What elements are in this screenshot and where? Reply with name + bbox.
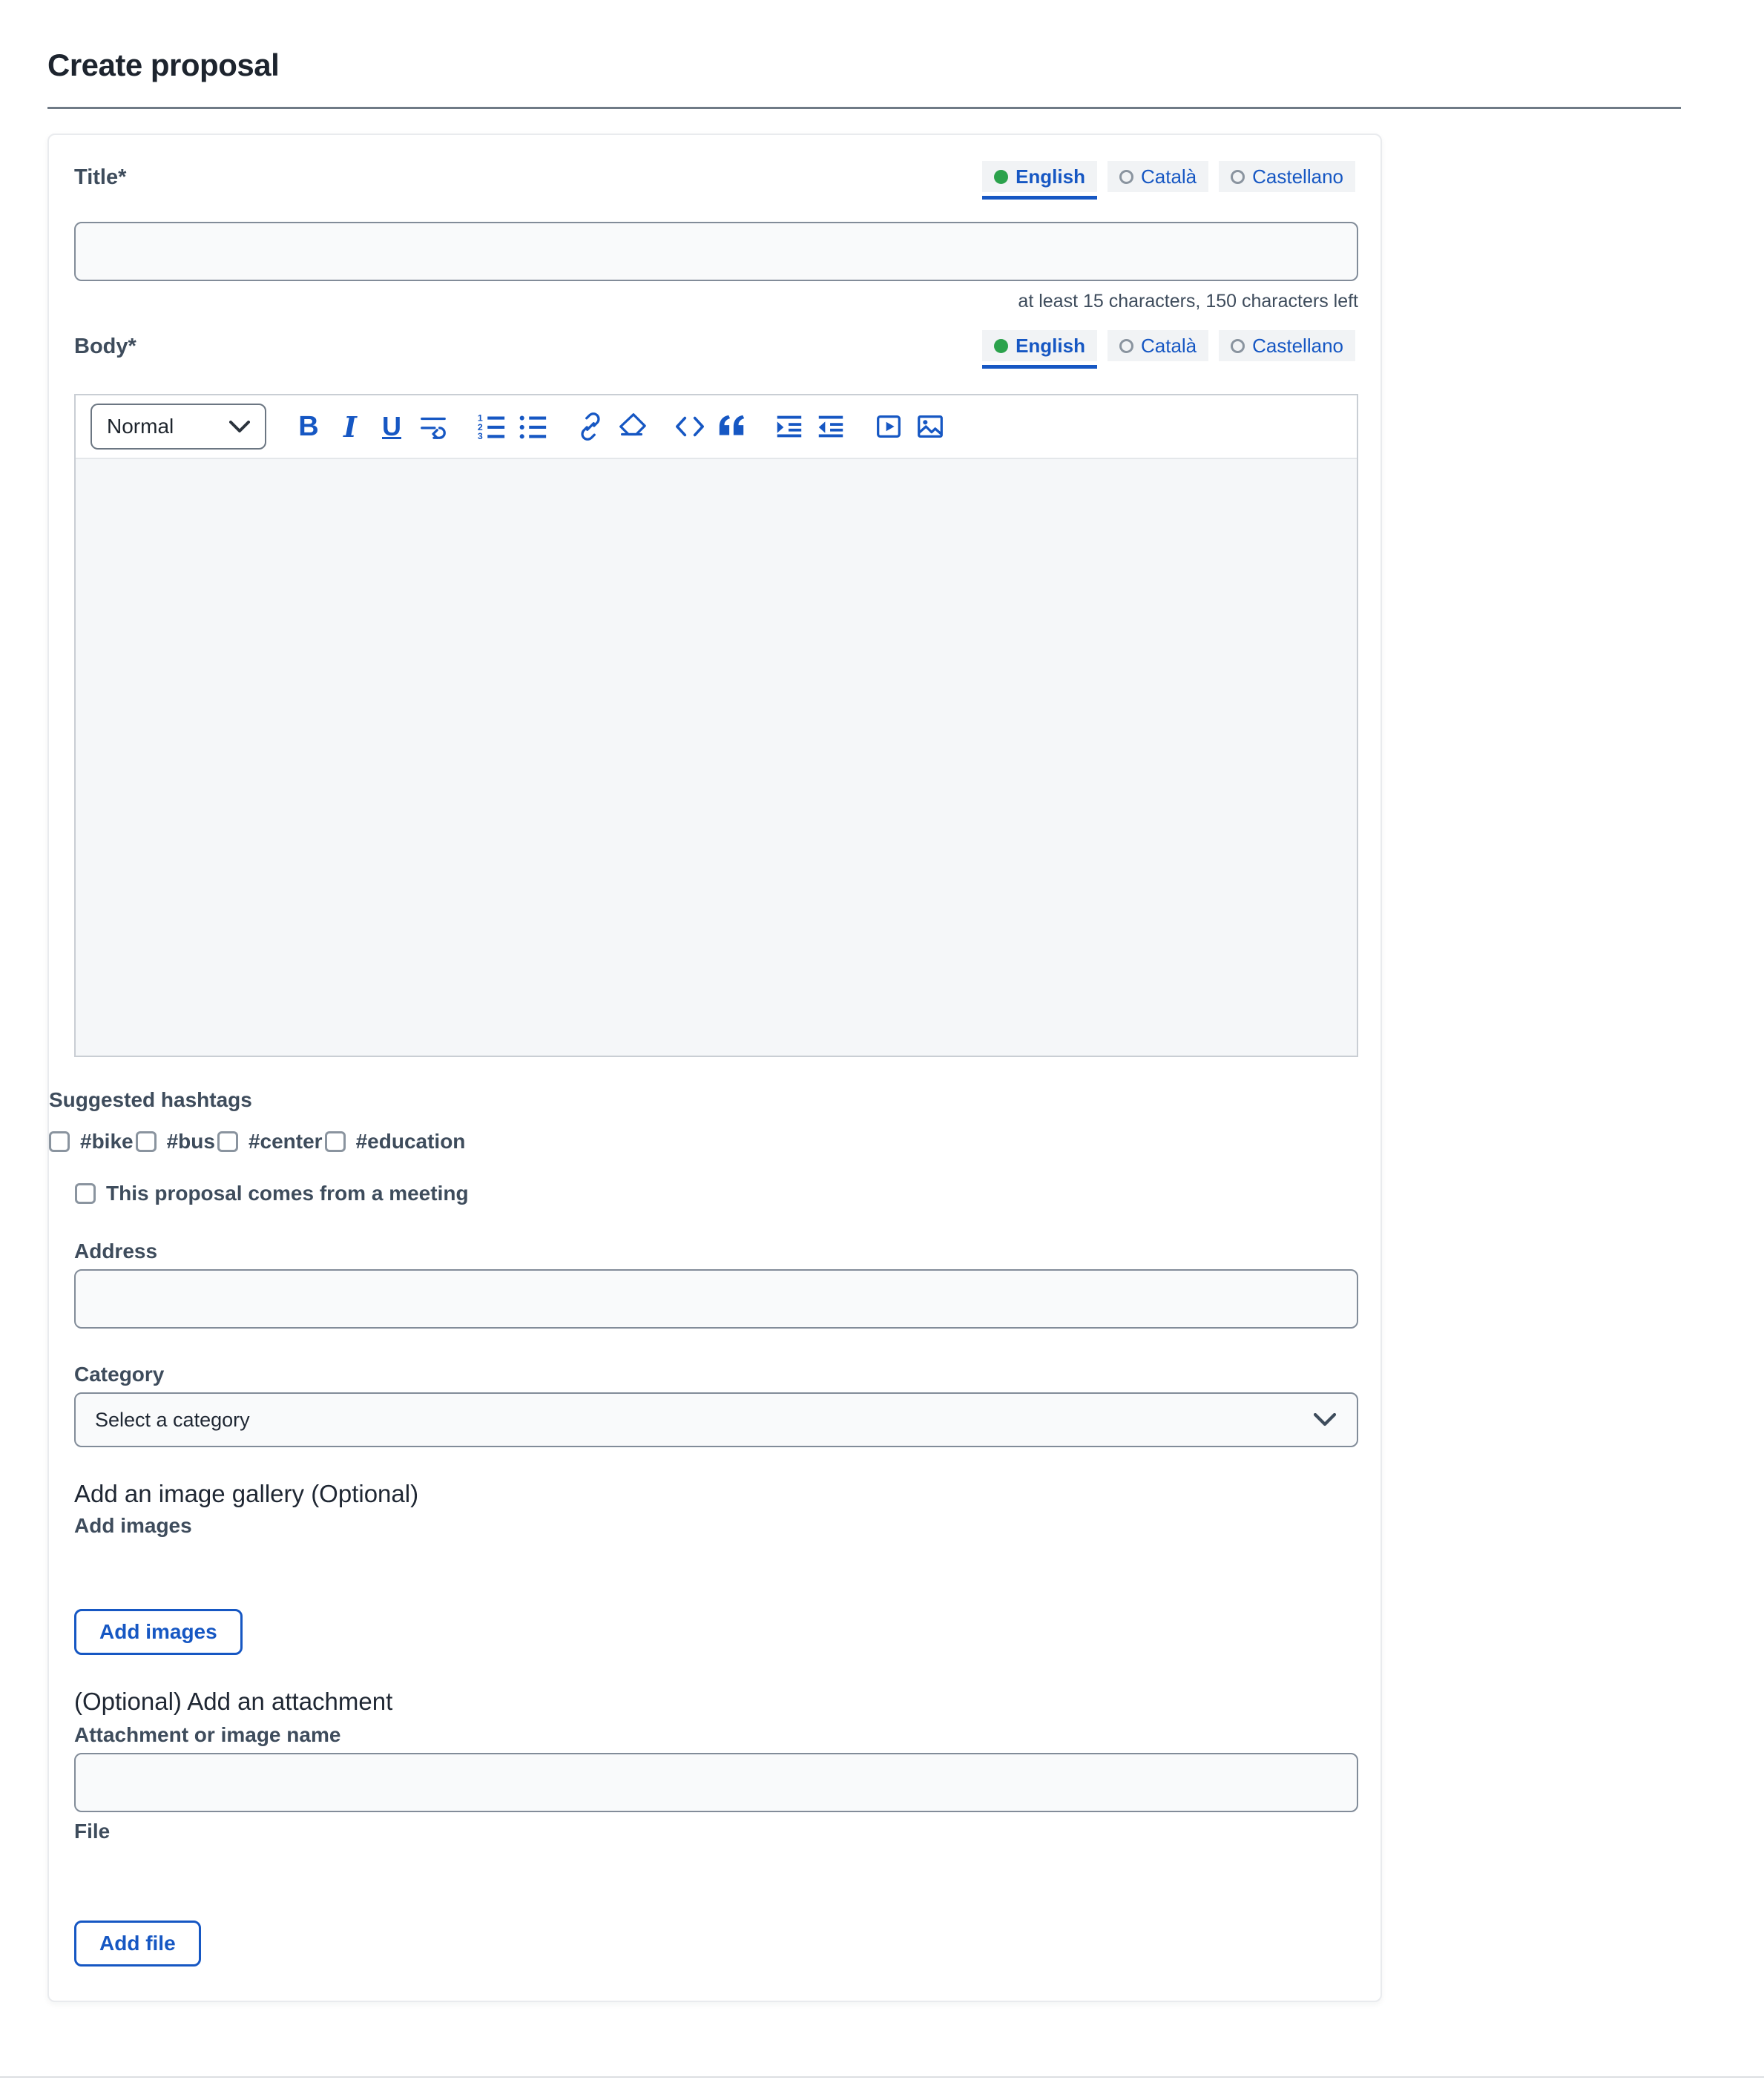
radio-circle-icon	[1231, 339, 1245, 353]
toolbar-group-indent	[772, 409, 848, 444]
lang-tab-catala[interactable]: Català	[1108, 161, 1208, 192]
address-label: Address	[74, 1240, 1355, 1263]
bullet-list-icon	[517, 411, 548, 442]
toolbar-group-link	[573, 409, 649, 444]
lang-tab-english[interactable]: English	[982, 161, 1097, 192]
eraser-icon	[616, 411, 648, 442]
title-language-tabs: English Català Castellano	[982, 161, 1355, 192]
insert-video-button[interactable]	[872, 409, 906, 444]
body-field-head: Body* English Català Castellano	[74, 330, 1355, 372]
hashtag-checkbox-center[interactable]	[217, 1131, 238, 1152]
hashtag-label: #bus	[167, 1130, 215, 1153]
indent-decrease-icon	[815, 411, 846, 442]
add-images-label: Add images	[74, 1514, 1355, 1538]
lang-tab-english[interactable]: English	[982, 330, 1097, 361]
toolbar-group-media	[872, 409, 947, 444]
lang-tab-castellano[interactable]: Castellano	[1219, 161, 1355, 192]
insert-image-button[interactable]	[913, 409, 947, 444]
link-icon	[575, 411, 606, 442]
create-proposal-page: Create proposal Title* English Català Ca…	[0, 0, 1764, 2080]
indent-button[interactable]	[772, 409, 806, 444]
title-divider	[47, 107, 1681, 109]
hashtag-checkbox-bike[interactable]	[49, 1131, 70, 1152]
indent-increase-icon	[774, 411, 805, 442]
bold-icon: B	[298, 411, 318, 443]
editor-toolbar: Normal B I U 123	[76, 395, 1357, 458]
meeting-checkbox[interactable]	[75, 1183, 96, 1204]
hashtag-checkbox-education[interactable]	[325, 1131, 346, 1152]
category-select[interactable]: Select a category	[74, 1392, 1358, 1447]
italic-button[interactable]: I	[333, 409, 367, 444]
ordered-list-icon: 123	[475, 411, 507, 442]
quote-icon	[716, 411, 747, 442]
bold-button[interactable]: B	[292, 409, 326, 444]
chevron-down-icon	[1314, 1413, 1336, 1426]
lang-tab-label: English	[1016, 335, 1085, 358]
title-helper-text: at least 15 characters, 150 characters l…	[74, 291, 1358, 312]
lang-tab-label: Castellano	[1252, 165, 1343, 188]
hashtag-label: #education	[356, 1130, 466, 1153]
blockquote-button[interactable]	[714, 409, 748, 444]
code-button[interactable]	[673, 409, 707, 444]
meeting-checkbox-label: This proposal comes from a meeting	[106, 1182, 469, 1205]
category-label: Category	[74, 1363, 1355, 1386]
lang-tab-label: Castellano	[1252, 335, 1343, 358]
title-label: Title*	[74, 161, 126, 194]
toolbar-group-lists: 123	[474, 409, 550, 444]
italic-icon: I	[343, 410, 357, 444]
attachment-name-label: Attachment or image name	[74, 1723, 1355, 1747]
address-input[interactable]	[74, 1269, 1358, 1329]
body-label: Body*	[74, 330, 136, 363]
body-rich-text-editor: Normal B I U 123	[74, 394, 1358, 1057]
gallery-section-heading: Add an image gallery (Optional)	[74, 1480, 1355, 1508]
meeting-checkbox-row: This proposal comes from a meeting	[75, 1182, 1355, 1205]
selected-language-dot-icon	[994, 339, 1008, 353]
clear-format-button[interactable]	[615, 409, 649, 444]
hashtag-checkbox-row: #bike #bus #center #education	[49, 1130, 1355, 1153]
hashtag-label: #center	[249, 1130, 323, 1153]
chevron-down-icon	[229, 421, 250, 433]
lang-tab-label: Català	[1141, 165, 1197, 188]
bullet-list-button[interactable]	[516, 409, 550, 444]
lang-tab-label: English	[1016, 165, 1085, 188]
hashtag-checkbox-bus[interactable]	[136, 1131, 157, 1152]
code-icon	[674, 411, 705, 442]
body-language-tabs: English Català Castellano	[982, 330, 1355, 361]
text-wrap-icon	[418, 411, 449, 442]
suggested-hashtags-label: Suggested hashtags	[49, 1088, 1355, 1112]
selected-language-dot-icon	[994, 170, 1008, 184]
radio-circle-icon	[1231, 170, 1245, 184]
svg-text:3: 3	[478, 431, 483, 441]
link-button[interactable]	[573, 409, 608, 444]
body-editor-content[interactable]	[76, 458, 1357, 1056]
attachment-name-input[interactable]	[74, 1753, 1358, 1812]
attachment-section-heading: (Optional) Add an attachment	[74, 1688, 1355, 1716]
file-label: File	[74, 1820, 1355, 1843]
block-style-select[interactable]: Normal	[90, 404, 266, 450]
ordered-list-button[interactable]: 123	[474, 409, 508, 444]
underline-icon: U	[382, 411, 401, 442]
lang-tab-castellano[interactable]: Castellano	[1219, 330, 1355, 361]
add-file-button[interactable]: Add file	[74, 1921, 201, 1967]
proposal-form: Title* English Català Castellano at leas…	[47, 134, 1382, 2002]
page-bottom-divider	[0, 2076, 1764, 2078]
lang-tab-label: Català	[1141, 335, 1197, 358]
image-icon	[915, 411, 946, 442]
page-title: Create proposal	[47, 47, 279, 83]
category-selected-value: Select a category	[95, 1409, 250, 1432]
radio-circle-icon	[1119, 339, 1133, 353]
line-break-button[interactable]	[416, 409, 450, 444]
toolbar-group-text-style: B I U	[292, 409, 450, 444]
title-input[interactable]	[74, 222, 1358, 281]
block-style-value: Normal	[107, 415, 174, 438]
toolbar-group-code-quote	[673, 409, 748, 444]
lang-tab-catala[interactable]: Català	[1108, 330, 1208, 361]
hashtag-label: #bike	[80, 1130, 134, 1153]
outdent-button[interactable]	[814, 409, 848, 444]
underline-button[interactable]: U	[375, 409, 409, 444]
add-images-button[interactable]: Add images	[74, 1609, 243, 1655]
radio-circle-icon	[1119, 170, 1133, 184]
video-icon	[873, 411, 904, 442]
title-field-head: Title* English Català Castellano	[74, 161, 1355, 203]
